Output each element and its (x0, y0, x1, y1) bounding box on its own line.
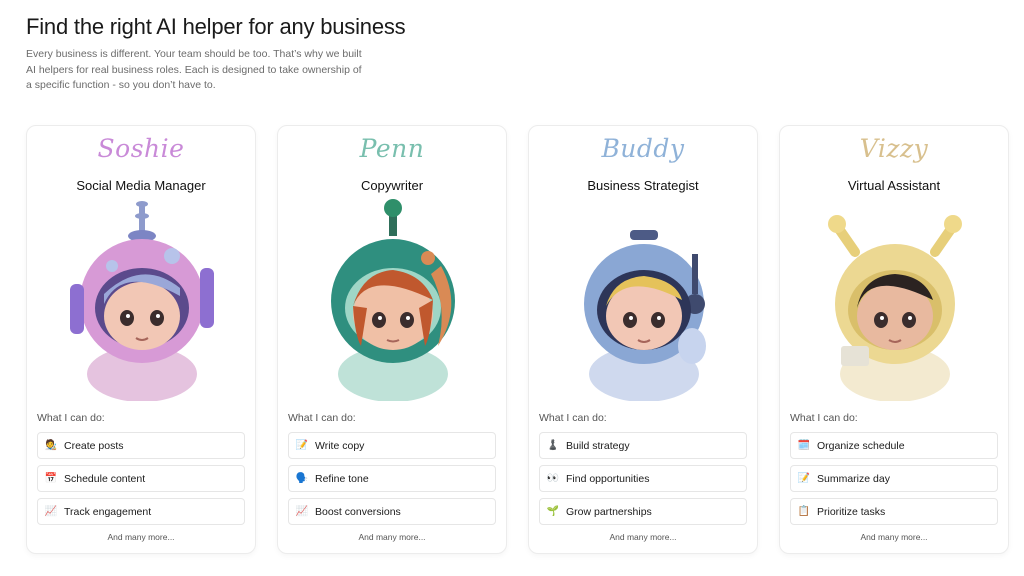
buddy-avatar-illustration (584, 230, 706, 401)
eyes-icon: 👀 (546, 473, 560, 484)
capability-list: 🗓️ Organize schedule 📝 Summarize day 📋 Prio… (790, 432, 998, 531)
calendar-icon: 🗓️ (797, 440, 811, 451)
capability-label: Summarize day (817, 472, 890, 485)
capability-item[interactable]: 👀 Find opportunities (539, 465, 747, 492)
capability-label: Schedule content (64, 472, 146, 485)
memo-icon: 📝 (295, 440, 309, 451)
and-many-more-link[interactable]: And many more... (27, 532, 255, 542)
capability-label: Refine tone (315, 472, 369, 485)
agent-name: Buddy (601, 134, 685, 163)
cando-label: What I can do: (790, 412, 858, 424)
agent-card-buddy[interactable]: Buddy Business Strategist What I can do:… (528, 125, 758, 554)
capability-label: Boost conversions (315, 505, 401, 518)
agent-role: Copywriter (360, 178, 424, 193)
capability-label: Find opportunities (566, 472, 650, 485)
capability-label: Create posts (64, 439, 124, 452)
capability-item[interactable]: 📈 Track engagement (37, 498, 245, 525)
capability-label: Build strategy (566, 439, 630, 452)
capability-item[interactable]: ♟️ Build strategy (539, 432, 747, 459)
agent-card-soshie[interactable]: Soshie Social Media Manager What I can d… (26, 125, 256, 554)
chart-up-icon: 📈 (44, 506, 58, 517)
agent-role: Virtual Assistant (847, 178, 941, 193)
page-title: Find the right AI helper for any busines… (26, 14, 406, 39)
capability-list: 📝 Write copy 🗣️ Refine tone 📈 Boost convers… (288, 432, 496, 531)
capability-list: ♟️ Build strategy 👀 Find opportunities 🌱 Gr… (539, 432, 747, 531)
speaking-head-icon: 🗣️ (295, 473, 309, 484)
capability-item[interactable]: 🧑‍🎨 Create posts (37, 432, 245, 459)
agent-role: Business Strategist (587, 178, 699, 193)
capability-label: Track engagement (64, 505, 152, 518)
capability-item[interactable]: 🗣️ Refine tone (288, 465, 496, 492)
agent-card-penn[interactable]: Penn Copywriter What I can do: 📝 Write co… (277, 125, 507, 554)
and-many-more-link[interactable]: And many more... (780, 532, 1008, 542)
agent-card-vizzy[interactable]: Vizzy Virtual Assistant What I can do: 🗓… (779, 125, 1009, 554)
penn-avatar-illustration (331, 199, 455, 401)
capability-item[interactable]: 📈 Boost conversions (288, 498, 496, 525)
capability-item[interactable]: 📅 Schedule content (37, 465, 245, 492)
agent-cards: Soshie Social Media Manager What I can d… (26, 125, 1009, 554)
capability-item[interactable]: 🌱 Grow partnerships (539, 498, 747, 525)
capability-item[interactable]: 📝 Write copy (288, 432, 496, 459)
clipboard-icon: 📋 (797, 506, 811, 517)
capability-label: Prioritize tasks (817, 505, 886, 518)
artist-icon: 🧑‍🎨 (44, 440, 58, 451)
capability-label: Write copy (315, 439, 365, 452)
capability-label: Organize schedule (817, 439, 905, 452)
capability-item[interactable]: 📝 Summarize day (790, 465, 998, 492)
capability-label: Grow partnerships (566, 505, 652, 518)
and-many-more-link[interactable]: And many more... (529, 532, 757, 542)
agent-name: Soshie (97, 134, 185, 163)
page-subtitle: Every business is different. Your team s… (26, 48, 362, 91)
chess-pawn-icon: ♟️ (546, 440, 560, 451)
memo-icon: 📝 (797, 473, 811, 484)
cando-label: What I can do: (37, 412, 105, 424)
capability-item[interactable]: 📋 Prioritize tasks (790, 498, 998, 525)
capability-list: 🧑‍🎨 Create posts 📅 Schedule content 📈 Track… (37, 432, 245, 531)
soshie-avatar-illustration (70, 201, 214, 401)
vizzy-avatar-illustration (828, 215, 962, 401)
cando-label: What I can do: (539, 412, 607, 424)
agent-role: Social Media Manager (76, 178, 206, 193)
calendar-icon: 📅 (44, 473, 58, 484)
capability-item[interactable]: 🗓️ Organize schedule (790, 432, 998, 459)
agent-name: Penn (359, 134, 425, 163)
chart-up-icon: 📈 (295, 506, 309, 517)
seedling-icon: 🌱 (546, 506, 560, 517)
cando-label: What I can do: (288, 412, 356, 424)
agent-name: Vizzy (859, 134, 929, 163)
and-many-more-link[interactable]: And many more... (278, 532, 506, 542)
